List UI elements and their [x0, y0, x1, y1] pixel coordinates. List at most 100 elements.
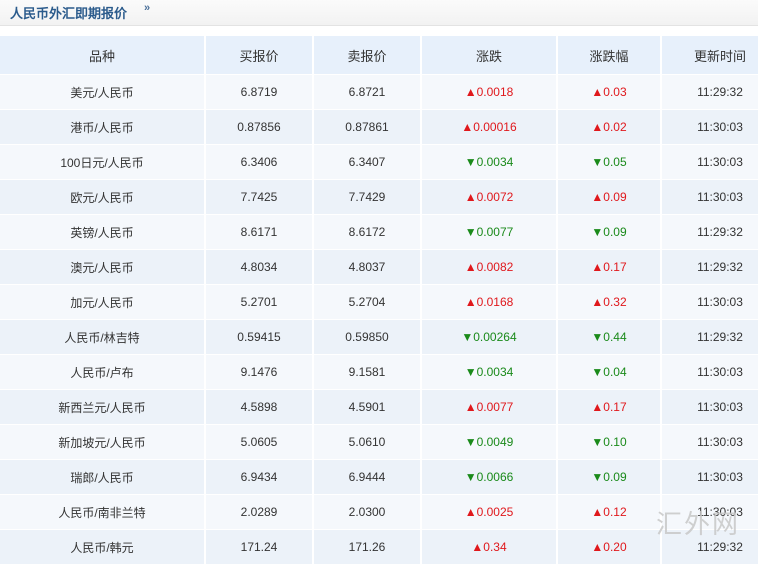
cell-bid: 7.7425: [206, 179, 314, 214]
cell-pair: 新加坡元/人民币: [0, 424, 206, 459]
change-value: 0.09: [603, 190, 627, 204]
cell-pair: 加元/人民币: [0, 284, 206, 319]
cell-change-pct: ▲0.32: [558, 284, 662, 319]
up-arrow-icon: ▲: [591, 295, 604, 309]
cell-ask: 5.0610: [314, 424, 422, 459]
change-value: 0.00016: [473, 120, 517, 134]
table-header-row: 品种 买报价 卖报价 涨跌 涨跌幅 更新时间: [0, 36, 758, 74]
change-value: 0.0018: [476, 85, 514, 99]
table-row[interactable]: 100日元/人民币 6.3406 6.3407 ▼0.0034 ▼0.05 11:30:0…: [0, 144, 758, 179]
table-row[interactable]: 加元/人民币 5.2701 5.2704 ▲0.0168 ▲0.32 11:30:03: [0, 284, 758, 319]
cell-ask: 4.5901: [314, 389, 422, 424]
change-value: 0.0034: [476, 365, 514, 379]
cell-change: ▲0.0077: [422, 389, 558, 424]
cell-bid: 6.8719: [206, 74, 314, 109]
change-value: 0.02: [603, 120, 627, 134]
cell-pair: 瑞郎/人民币: [0, 459, 206, 494]
cell-change-pct: ▼0.10: [558, 424, 662, 459]
down-arrow-icon: ▼: [464, 435, 477, 449]
cell-update-time: 11:30:03: [662, 144, 758, 179]
change-value: 0.0049: [476, 435, 514, 449]
cell-ask: 9.1581: [314, 354, 422, 389]
cell-change-pct: ▲0.03: [558, 74, 662, 109]
column-header-change[interactable]: 涨跌: [422, 36, 558, 74]
cell-bid: 5.0605: [206, 424, 314, 459]
table-row[interactable]: 新加坡元/人民币 5.0605 5.0610 ▼0.0049 ▼0.10 11:30:03: [0, 424, 758, 459]
cell-ask: 6.3407: [314, 144, 422, 179]
down-arrow-icon: ▼: [591, 155, 604, 169]
down-arrow-icon: ▼: [591, 225, 604, 239]
cell-ask: 7.7429: [314, 179, 422, 214]
table-row[interactable]: 瑞郎/人民币 6.9434 6.9444 ▼0.0066 ▼0.09 11:30:03: [0, 459, 758, 494]
change-value: 0.09: [603, 470, 627, 484]
change-value: 0.32: [603, 295, 627, 309]
column-header-pair[interactable]: 品种: [0, 36, 206, 74]
cell-change-pct: ▲0.12: [558, 494, 662, 529]
table-row[interactable]: 欧元/人民币 7.7425 7.7429 ▲0.0072 ▲0.09 11:30:03: [0, 179, 758, 214]
column-header-update-time[interactable]: 更新时间: [662, 36, 758, 74]
cell-change-pct: ▲0.09: [558, 179, 662, 214]
up-arrow-icon: ▲: [461, 120, 474, 134]
up-arrow-icon: ▲: [464, 505, 477, 519]
column-header-ask[interactable]: 卖报价: [314, 36, 422, 74]
cell-pair: 欧元/人民币: [0, 179, 206, 214]
cell-change: ▲0.34: [422, 529, 558, 564]
expand-chevron-icon[interactable]: »: [144, 2, 150, 14]
cell-change: ▲0.0018: [422, 74, 558, 109]
table-row[interactable]: 人民币/韩元 171.24 171.26 ▲0.34 ▲0.20 11:29:32: [0, 529, 758, 564]
up-arrow-icon: ▲: [471, 540, 484, 554]
down-arrow-icon: ▼: [461, 330, 474, 344]
up-arrow-icon: ▲: [464, 85, 477, 99]
cell-ask: 0.59850: [314, 319, 422, 354]
cell-update-time: 11:30:03: [662, 109, 758, 144]
table-row[interactable]: 港币/人民币 0.87856 0.87861 ▲0.00016 ▲0.02 11:30:0…: [0, 109, 758, 144]
cell-update-time: 11:29:32: [662, 214, 758, 249]
change-value: 0.0066: [476, 470, 514, 484]
column-header-change-pct[interactable]: 涨跌幅: [558, 36, 662, 74]
table-row[interactable]: 人民币/南非兰特 2.0289 2.0300 ▲0.0025 ▲0.12 11:30:03: [0, 494, 758, 529]
cell-change: ▲0.0072: [422, 179, 558, 214]
cell-change: ▲0.00016: [422, 109, 558, 144]
cell-pair: 新西兰元/人民币: [0, 389, 206, 424]
down-arrow-icon: ▼: [591, 365, 604, 379]
cell-change-pct: ▼0.09: [558, 214, 662, 249]
change-value: 0.0168: [476, 295, 514, 309]
table-row[interactable]: 美元/人民币 6.8719 6.8721 ▲0.0018 ▲0.03 11:29:32: [0, 74, 758, 109]
title-bar: 人民币外汇即期报价 »: [0, 0, 758, 26]
change-value: 0.17: [603, 260, 627, 274]
change-value: 0.04: [603, 365, 627, 379]
cell-bid: 8.6171: [206, 214, 314, 249]
up-arrow-icon: ▲: [591, 190, 604, 204]
table-row[interactable]: 新西兰元/人民币 4.5898 4.5901 ▲0.0077 ▲0.17 11:30:03: [0, 389, 758, 424]
table-row[interactable]: 澳元/人民币 4.8034 4.8037 ▲0.0082 ▲0.17 11:29:32: [0, 249, 758, 284]
page-title: 人民币外汇即期报价: [10, 6, 128, 21]
cell-change: ▼0.0077: [422, 214, 558, 249]
table-row[interactable]: 英镑/人民币 8.6171 8.6172 ▼0.0077 ▼0.09 11:29:32: [0, 214, 758, 249]
cell-change-pct: ▲0.17: [558, 249, 662, 284]
cell-update-time: 11:29:32: [662, 249, 758, 284]
cell-update-time: 11:30:03: [662, 424, 758, 459]
change-value: 0.00264: [473, 330, 517, 344]
up-arrow-icon: ▲: [464, 190, 477, 204]
cell-update-time: 11:29:32: [662, 319, 758, 354]
change-value: 0.12: [603, 505, 627, 519]
cell-bid: 5.2701: [206, 284, 314, 319]
cell-update-time: 11:30:03: [662, 179, 758, 214]
cell-change-pct: ▼0.05: [558, 144, 662, 179]
cell-change: ▼0.0034: [422, 144, 558, 179]
column-header-bid[interactable]: 买报价: [206, 36, 314, 74]
table-row[interactable]: 人民币/卢布 9.1476 9.1581 ▼0.0034 ▼0.04 11:30:03: [0, 354, 758, 389]
cell-bid: 9.1476: [206, 354, 314, 389]
table-row[interactable]: 人民币/林吉特 0.59415 0.59850 ▼0.00264 ▼0.44 11:29:…: [0, 319, 758, 354]
cell-change: ▼0.0049: [422, 424, 558, 459]
cell-change: ▼0.0066: [422, 459, 558, 494]
cell-update-time: 11:30:03: [662, 459, 758, 494]
cell-change-pct: ▲0.02: [558, 109, 662, 144]
change-value: 0.34: [483, 540, 507, 554]
cell-pair: 美元/人民币: [0, 74, 206, 109]
up-arrow-icon: ▲: [464, 295, 477, 309]
cell-update-time: 11:30:03: [662, 354, 758, 389]
cell-pair: 100日元/人民币: [0, 144, 206, 179]
cell-change-pct: ▲0.20: [558, 529, 662, 564]
cell-ask: 5.2704: [314, 284, 422, 319]
